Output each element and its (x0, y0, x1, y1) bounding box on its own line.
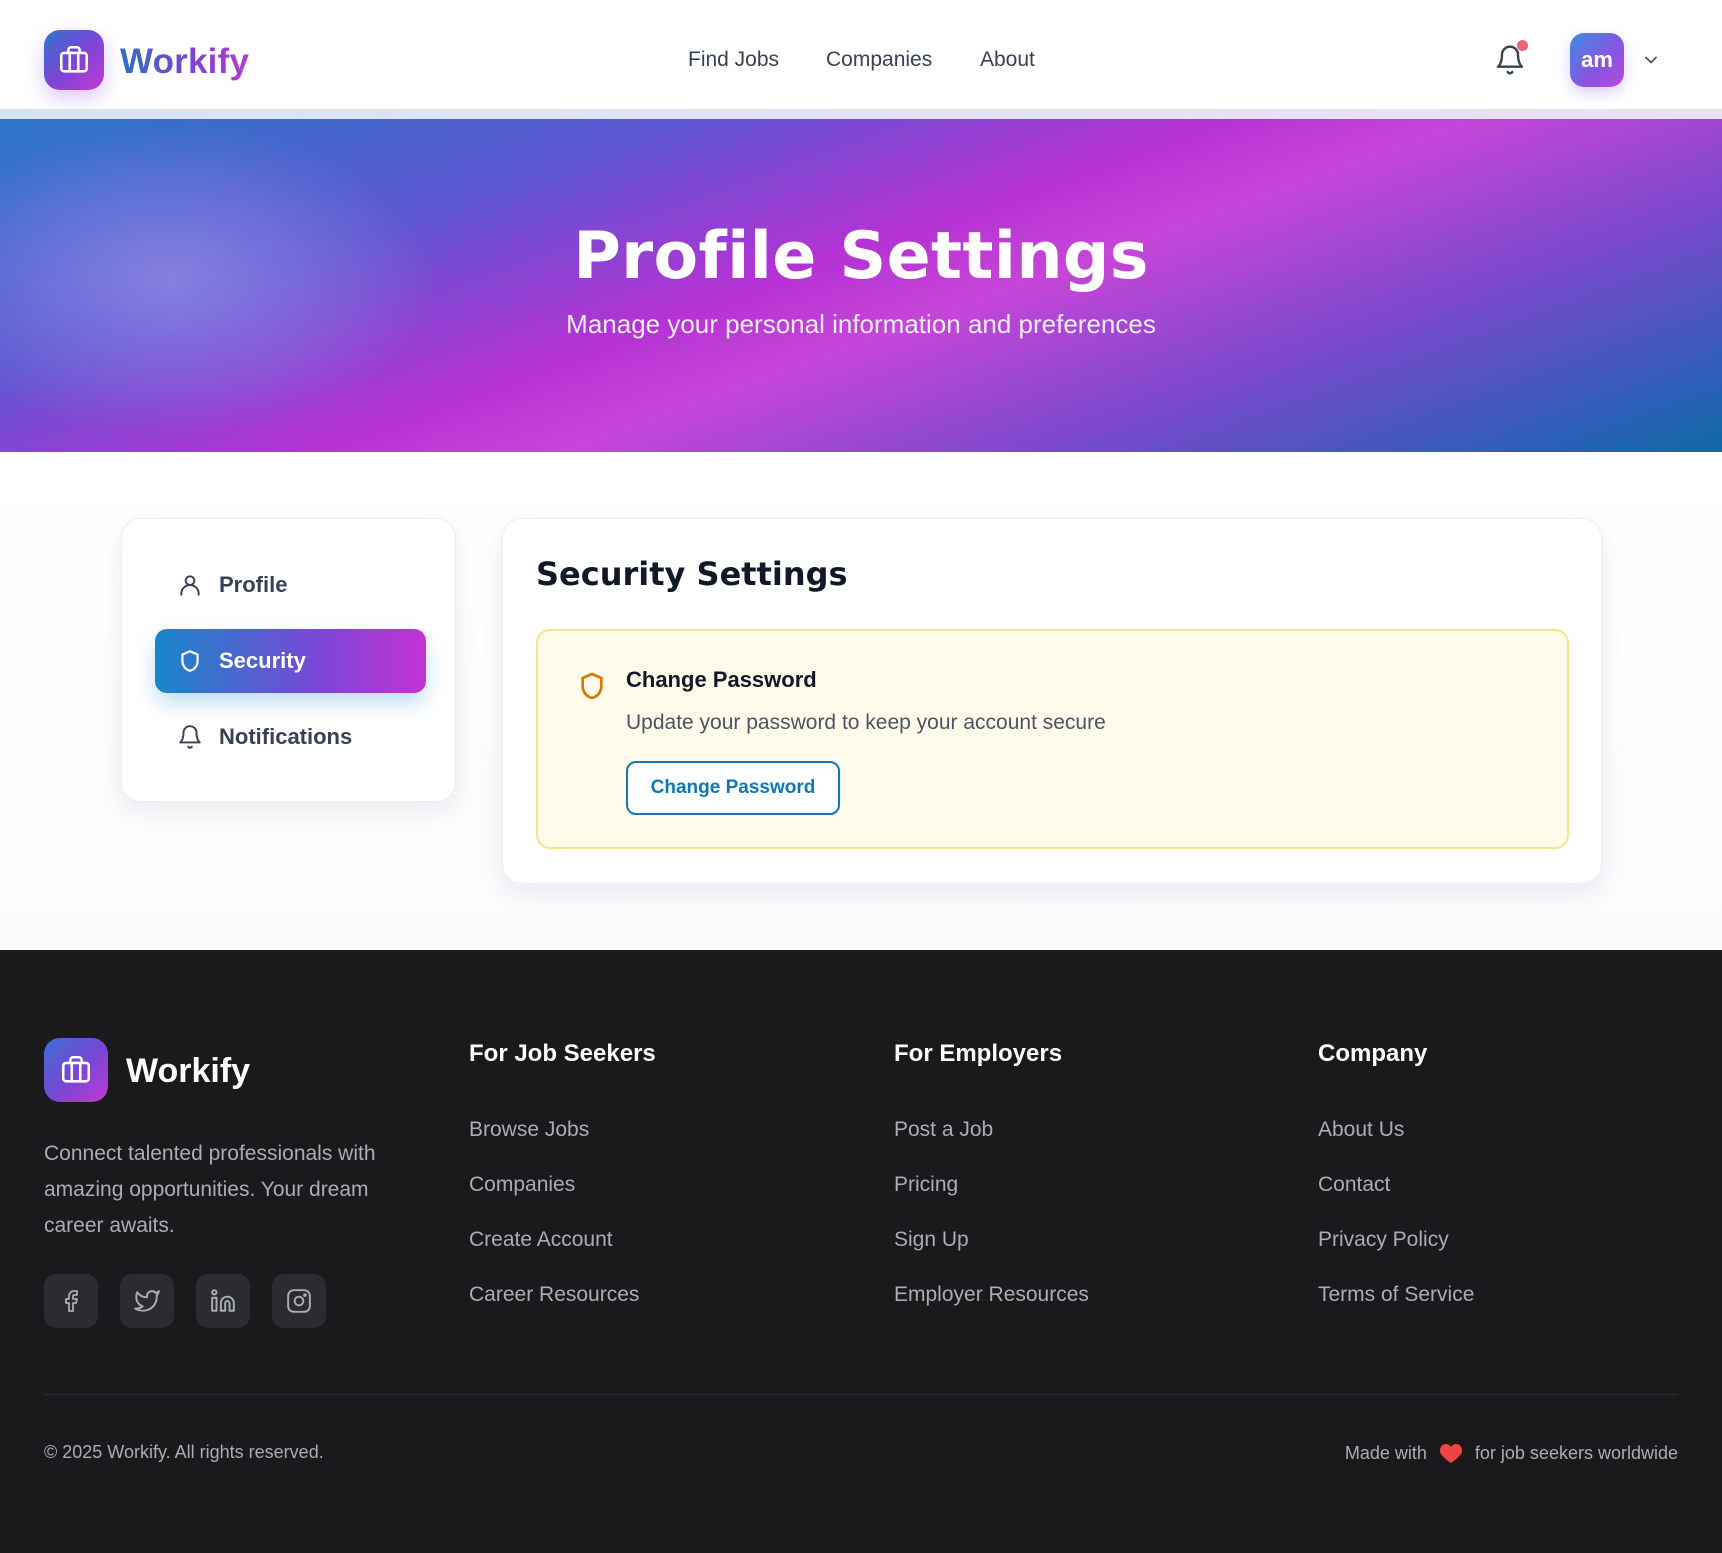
footer-link-companies[interactable]: Companies (469, 1173, 575, 1197)
shield-icon (576, 669, 608, 703)
footer-description: Connect talented professionals with amaz… (44, 1142, 376, 1237)
briefcase-icon (59, 45, 89, 73)
made-with-prefix: Made with (1344, 1442, 1427, 1463)
sidebar-item-label: Profile (219, 572, 288, 597)
logo[interactable] (44, 30, 104, 90)
footer-link-terms[interactable]: Terms of Service (1318, 1283, 1474, 1307)
twitter-icon (134, 1290, 160, 1312)
footer-link-contact[interactable]: Contact (1318, 1173, 1390, 1197)
change-password-button[interactable]: Change Password (626, 761, 840, 815)
footer-divider (44, 1394, 1678, 1395)
footer-logo[interactable] (44, 1038, 108, 1102)
shield-icon (181, 650, 199, 672)
footer-link-create-account[interactable]: Create Account (469, 1228, 613, 1252)
footer-link-employer-resources[interactable]: Employer Resources (894, 1283, 1089, 1307)
instagram-link[interactable] (272, 1274, 326, 1328)
footer-heading-employers: For Employers (894, 1040, 1063, 1067)
page-subtitle: Manage your personal information and pre… (566, 309, 1156, 339)
sidebar-item-security[interactable]: Security (155, 629, 426, 693)
linkedin-icon (211, 1289, 235, 1312)
change-password-description: Update your password to keep your accoun… (626, 711, 1106, 734)
footer-link-browse-jobs[interactable]: Browse Jobs (469, 1118, 589, 1142)
made-with-suffix: for job seekers worldwide (1474, 1442, 1678, 1463)
footer-link-pricing[interactable]: Pricing (894, 1173, 958, 1197)
user-icon (180, 575, 200, 596)
footer-link-about-us[interactable]: About Us (1318, 1118, 1404, 1142)
instagram-icon (287, 1289, 311, 1313)
security-settings-card: Security Settings Change Password Update… (502, 518, 1602, 884)
footer-heading-job-seekers: For Job Seekers (469, 1040, 656, 1067)
bell-icon (179, 725, 201, 749)
sidebar-item-profile[interactable]: Profile (155, 553, 426, 617)
made-with-love: Made with for job seekers worldwide (1345, 1442, 1678, 1464)
copyright: © 2025 Workify. All rights reserved. (44, 1442, 324, 1462)
briefcase-icon (61, 1055, 91, 1083)
nav-companies[interactable]: Companies (826, 46, 932, 74)
footer-link-post-job[interactable]: Post a Job (894, 1118, 993, 1142)
site-header: Workify Find Jobs Companies About am (0, 0, 1722, 109)
footer-heading-company: Company (1318, 1040, 1428, 1067)
section-title: Security Settings (536, 555, 848, 593)
change-password-panel: Change Password Update your password to … (536, 629, 1569, 849)
change-password-title: Change Password (626, 667, 817, 692)
settings-sidebar: Profile Security Notifications (121, 518, 456, 802)
sidebar-item-label: Notifications (219, 724, 353, 749)
facebook-icon (65, 1290, 78, 1312)
nav-find-jobs[interactable]: Find Jobs (688, 46, 779, 74)
avatar[interactable]: am (1570, 33, 1624, 87)
sidebar-item-label: Security (219, 648, 306, 673)
footer-brand[interactable]: Workify (126, 1052, 250, 1091)
heart-icon (1439, 1444, 1462, 1463)
brand-name[interactable]: Workify (120, 40, 249, 84)
header-divider (0, 109, 1722, 119)
linkedin-link[interactable] (196, 1274, 250, 1328)
footer-link-privacy-policy[interactable]: Privacy Policy (1318, 1228, 1449, 1252)
user-menu-toggle[interactable] (1641, 50, 1661, 70)
footer-link-career-resources[interactable]: Career Resources (469, 1283, 639, 1307)
hero-banner: Profile Settings Manage your personal in… (0, 119, 1722, 452)
twitter-link[interactable] (120, 1274, 174, 1328)
footer-link-sign-up[interactable]: Sign Up (894, 1228, 969, 1252)
sidebar-item-notifications[interactable]: Notifications (155, 705, 426, 769)
chevron-down-icon (1645, 56, 1657, 64)
nav-about[interactable]: About (980, 46, 1035, 74)
notification-dot (1517, 40, 1528, 51)
page-title: Profile Settings (573, 219, 1149, 294)
facebook-link[interactable] (44, 1274, 98, 1328)
